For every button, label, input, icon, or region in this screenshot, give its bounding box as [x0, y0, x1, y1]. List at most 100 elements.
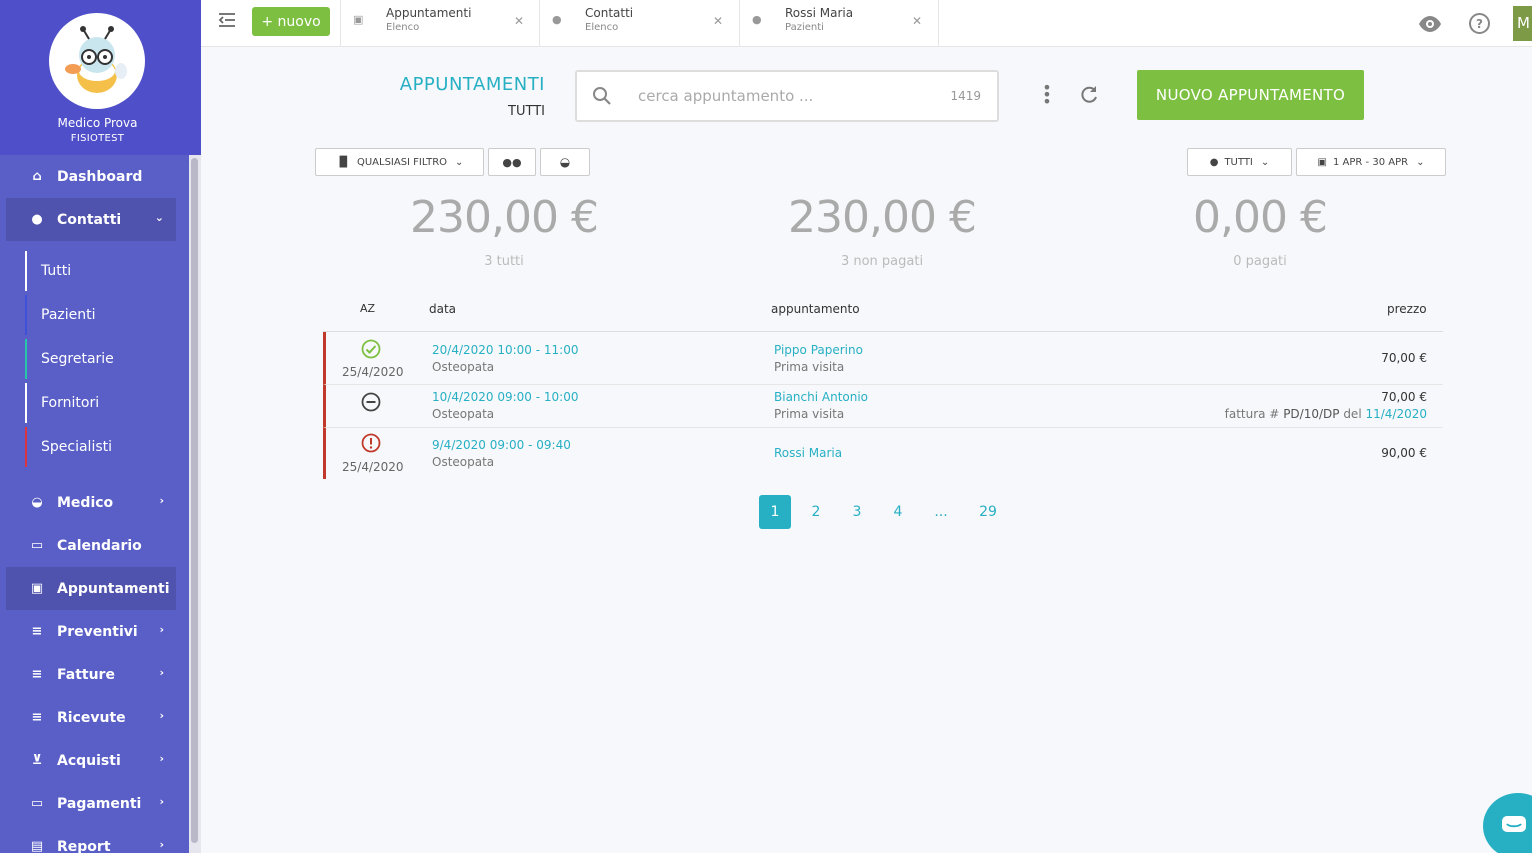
sidebar-item-calendario[interactable]: ▭ Calendario [6, 524, 176, 567]
filter-label: QUALSIASI FILTRO [356, 156, 448, 168]
chevron-right-icon: › [159, 838, 164, 851]
appointment-date-link[interactable]: 10/4/2020 09:00 - 10:00 [432, 390, 578, 404]
refresh-icon[interactable] [1078, 84, 1100, 111]
close-icon[interactable]: ✕ [912, 14, 922, 28]
stat-unpaid-label: 3 non pagati [840, 254, 924, 269]
sidebar-subitem-specialisti[interactable]: Specialisti [25, 427, 175, 467]
search-input[interactable] [638, 86, 938, 106]
sidebar-subitem-fornitori[interactable]: Fornitori [25, 383, 175, 423]
chevron-right-icon: › [159, 666, 164, 679]
tab-subtitle: Pazienti [785, 22, 824, 33]
close-icon[interactable]: ✕ [514, 14, 524, 28]
chevron-down-icon: ⌄ [154, 211, 164, 224]
eye-icon[interactable] [1418, 12, 1442, 41]
column-header-appointment[interactable]: appuntamento [771, 302, 860, 316]
group-filter-button[interactable]: ●● [488, 148, 536, 176]
price: 70,00 € [1381, 351, 1427, 365]
help-icon[interactable]: ? [1469, 13, 1490, 34]
top-bar: + nuovo ▣ Appuntamenti Elenco ✕ ● Contat… [201, 0, 1532, 47]
price: 70,00 € [1381, 390, 1427, 404]
appointment-date-link[interactable]: 20/4/2020 10:00 - 11:00 [432, 343, 578, 357]
column-header-price[interactable]: prezzo [1387, 302, 1427, 316]
table-row[interactable]: 25/4/2020 20/4/2020 10:00 - 11:00 Osteop… [323, 332, 1443, 385]
new-button[interactable]: + nuovo [252, 7, 330, 36]
menu-collapse-icon[interactable] [217, 10, 239, 32]
sort-az-button[interactable]: AZ [360, 302, 375, 315]
sidebar-subitem-pazienti[interactable]: Pazienti [25, 295, 175, 335]
basket-filter-button[interactable]: ◒ [540, 148, 590, 176]
column-header-date[interactable]: data [429, 302, 456, 316]
sidebar-subitem-tutti[interactable]: Tutti [25, 251, 175, 291]
sidebar-item-contatti[interactable]: ● Contatti ⌄ [6, 198, 176, 241]
sidebar-item-fatture[interactable]: ≡ Fatture › [6, 653, 176, 696]
sidebar-item-label: Dashboard [57, 168, 143, 185]
playlist-check-icon: ≡ [31, 710, 43, 725]
basket-icon: ◒ [31, 495, 43, 510]
page-button[interactable]: 2 [800, 495, 832, 529]
sidebar-subitem-label: Specialisti [41, 439, 113, 455]
page-button[interactable]: 4 [882, 495, 914, 529]
more-options-icon[interactable]: • • • [1040, 80, 1054, 110]
sidebar-scrollbar[interactable] [191, 158, 198, 843]
chat-icon [1502, 816, 1526, 832]
tab-title: Appuntamenti [386, 6, 472, 20]
calendar-icon: ▣ [1317, 156, 1327, 168]
chart-icon: ▤ [30, 839, 44, 853]
sidebar-item-report[interactable]: ▤ Report › [6, 825, 176, 853]
user-avatar[interactable]: M [1513, 6, 1532, 41]
logo-avatar[interactable] [49, 13, 145, 109]
sidebar-subitem-segretarie[interactable]: Segretarie [25, 339, 175, 379]
chevron-down-icon: ⌄ [1416, 156, 1425, 168]
patient-link[interactable]: Bianchi Antonio [774, 390, 868, 404]
tab-subtitle: Elenco [386, 22, 420, 33]
page-button[interactable]: 29 [972, 495, 1004, 529]
user-filter-dropdown[interactable]: ● TUTTI ⌄ [1187, 148, 1292, 176]
sidebar-item-preventivi[interactable]: ≡ Preventivi › [6, 610, 176, 653]
any-filter-dropdown[interactable]: ▐▌ QUALSIASI FILTRO ⌄ [315, 148, 484, 176]
date-range-label: 1 APR - 30 APR [1333, 156, 1409, 168]
appointment-date-link[interactable]: 9/4/2020 09:00 - 09:40 [432, 438, 571, 452]
sidebar-item-appuntamenti[interactable]: ▣ Appuntamenti [6, 567, 176, 610]
calendar-icon: ▭ [30, 538, 44, 553]
patient-link[interactable]: Rossi Maria [774, 446, 842, 460]
sidebar-item-acquisti[interactable]: ⊻ Acquisti › [6, 739, 176, 782]
new-appointment-button[interactable]: NUOVO APPUNTAMENTO [1137, 70, 1364, 120]
invoice-reference: fattura # PD/10/DP del 11/4/2020 [1225, 407, 1427, 421]
person-icon: ● [752, 13, 762, 26]
table-row[interactable]: 10/4/2020 09:00 - 10:00 Osteopata Bianch… [323, 385, 1443, 428]
search-box: 1419 [575, 70, 999, 122]
sidebar-item-pagamenti[interactable]: ▭ Pagamenti › [6, 782, 176, 825]
sidebar-item-ricevute[interactable]: ≡ Ricevute › [6, 696, 176, 739]
person-icon: ● [1209, 156, 1219, 168]
basket-icon: ◒ [559, 155, 571, 169]
bar-chart-icon: ▐▌ [335, 156, 351, 168]
tab-contatti[interactable]: ● Contatti Elenco ✕ [539, 0, 739, 47]
person-icon: ● [31, 212, 43, 227]
close-icon[interactable]: ✕ [713, 14, 723, 28]
tab-appuntamenti[interactable]: ▣ Appuntamenti Elenco ✕ [340, 0, 540, 47]
invoice-date-link[interactable]: 11/4/2020 [1365, 407, 1427, 421]
user-filter-label: TUTTI [1224, 156, 1253, 168]
page-button[interactable]: 1 [759, 495, 791, 529]
search-icon [593, 87, 611, 105]
appointment-category: Osteopata [432, 455, 495, 469]
appointment-category: Osteopata [432, 360, 495, 374]
chat-button[interactable] [1483, 793, 1532, 853]
sidebar-subitem-label: Pazienti [41, 307, 96, 323]
tab-rossi-maria[interactable]: ● Rossi Maria Pazienti ✕ [739, 0, 939, 47]
sidebar-subitem-label: Segretarie [41, 351, 114, 367]
sidebar-item-label: Ricevute [57, 709, 126, 726]
sidebar-item-label: Fatture [57, 666, 115, 683]
sidebar-item-medico[interactable]: ◒ Medico › [6, 481, 176, 524]
playlist-check-icon: ≡ [31, 667, 43, 682]
sidebar-item-dashboard[interactable]: ⌂ Dashboard [6, 155, 176, 198]
page-button[interactable]: 3 [841, 495, 873, 529]
table-row[interactable]: 25/4/2020 9/4/2020 09:00 - 09:40 Osteopa… [323, 428, 1443, 479]
date-range-dropdown[interactable]: ▣ 1 APR - 30 APR ⌄ [1296, 148, 1446, 176]
page-ellipsis: ... [934, 504, 948, 520]
patient-link[interactable]: Pippo Paperino [774, 343, 863, 357]
bee-doctor-icon [65, 26, 127, 93]
search-result-count: 1419 [950, 89, 981, 103]
stat-unpaid-value: 230,00 € [788, 192, 977, 243]
visit-type: Prima visita [774, 360, 845, 374]
